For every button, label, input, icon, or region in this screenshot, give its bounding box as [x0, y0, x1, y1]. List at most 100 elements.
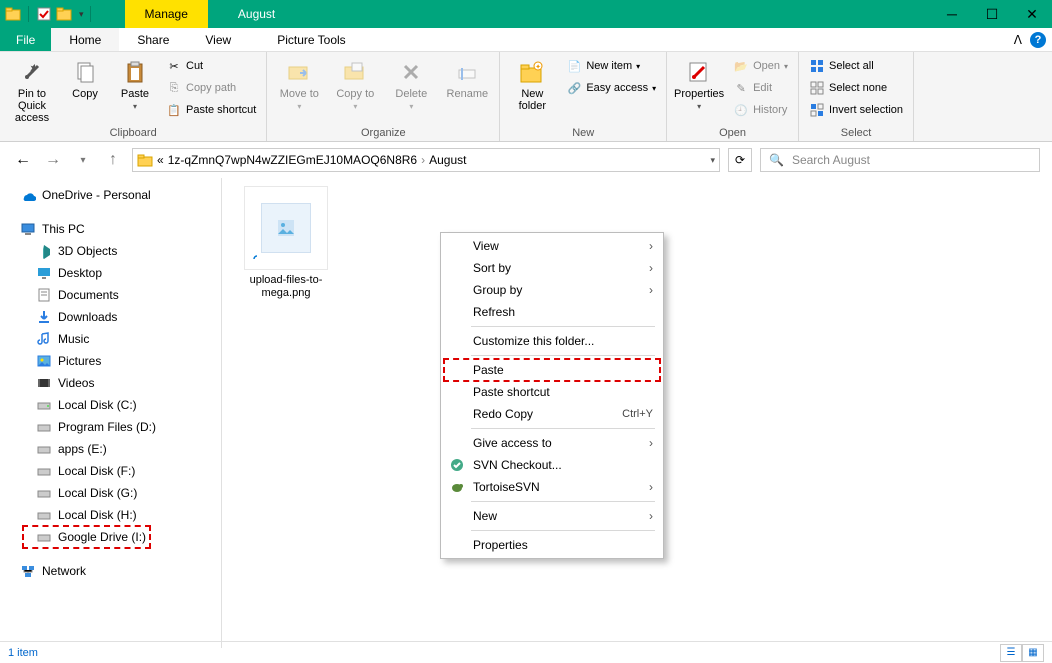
- ctx-group-by[interactable]: Group by›: [441, 279, 663, 301]
- copy-path-button[interactable]: ⎘Copy path: [162, 78, 260, 98]
- ribbon-tabs: File Home Share View Picture Tools ᐱ ?: [0, 28, 1052, 52]
- ctx-give-access[interactable]: Give access to›: [441, 432, 663, 454]
- nav-this-pc[interactable]: This PC: [0, 218, 221, 240]
- ctx-paste-shortcut[interactable]: Paste shortcut: [441, 381, 663, 403]
- nav-network[interactable]: Network: [0, 560, 221, 582]
- nav-downloads[interactable]: Downloads: [0, 306, 221, 328]
- ctx-properties[interactable]: Properties: [441, 534, 663, 556]
- navigation-pane[interactable]: OneDrive - Personal This PC 3D Objects D…: [0, 178, 222, 648]
- nav-apps-e[interactable]: apps (E:): [0, 438, 221, 460]
- address-dropdown-icon[interactable]: ▾: [710, 155, 715, 166]
- ctx-redo-copy[interactable]: Redo CopyCtrl+Y: [441, 403, 663, 425]
- refresh-button[interactable]: ⟳: [728, 148, 752, 172]
- paste-icon: [121, 58, 149, 86]
- select-none-icon: [809, 80, 825, 96]
- file-tab[interactable]: File: [0, 28, 51, 51]
- file-item[interactable]: upload-files-to-mega.png: [238, 186, 334, 300]
- new-folder-button[interactable]: ✦ New folder: [506, 54, 558, 112]
- nav-desktop[interactable]: Desktop: [0, 262, 221, 284]
- cut-button[interactable]: ✂Cut: [162, 56, 260, 76]
- address-bar[interactable]: « 1z-qZmnQ7wpN4wZZIEGmEJ10MAOQ6N8R6 › Au…: [132, 148, 720, 172]
- chevron-right-icon: ›: [649, 283, 653, 297]
- nav-documents[interactable]: Documents: [0, 284, 221, 306]
- nav-pictures[interactable]: Pictures: [0, 350, 221, 372]
- nav-local-disk-g[interactable]: Local Disk (G:): [0, 482, 221, 504]
- ctx-view[interactable]: View›: [441, 235, 663, 257]
- easy-access-button[interactable]: 🔗Easy access ▾: [562, 78, 660, 98]
- details-view-button[interactable]: ☰: [1000, 644, 1022, 662]
- nav-local-disk-f[interactable]: Local Disk (F:): [0, 460, 221, 482]
- rename-button[interactable]: Rename: [441, 54, 493, 100]
- checkbox-checked-icon[interactable]: [35, 5, 53, 23]
- pin-to-quick-access-button[interactable]: Pin to Quick access: [6, 54, 58, 124]
- chevron-right-icon: ›: [649, 239, 653, 253]
- nav-music[interactable]: Music: [0, 328, 221, 350]
- context-menu: View› Sort by› Group by› Refresh Customi…: [440, 232, 664, 559]
- help-icon[interactable]: ?: [1030, 32, 1046, 48]
- breadcrumb-part[interactable]: 1z-qZmnQ7wpN4wZZIEGmEJ10MAOQ6N8R6: [168, 153, 417, 167]
- contextual-tab-manage[interactable]: Manage: [125, 0, 208, 28]
- forward-button[interactable]: →: [42, 149, 64, 171]
- up-button[interactable]: ↑: [102, 149, 124, 171]
- back-button[interactable]: ←: [12, 149, 34, 171]
- 3d-icon: [36, 243, 52, 259]
- chevron-down-icon[interactable]: ▾: [79, 9, 84, 20]
- copy-to-button[interactable]: Copy to▾: [329, 54, 381, 111]
- edit-button[interactable]: ✎Edit: [729, 78, 792, 98]
- quick-access-toolbar: ▾: [0, 5, 95, 23]
- move-to-button[interactable]: Move to▾: [273, 54, 325, 111]
- thumbnails-view-button[interactable]: ▦: [1022, 644, 1044, 662]
- invert-selection-button[interactable]: Invert selection: [805, 100, 907, 120]
- ctx-tortoisesvn[interactable]: TortoiseSVN›: [441, 476, 663, 498]
- search-icon: 🔍: [769, 153, 784, 167]
- delete-icon: [397, 58, 425, 86]
- clipboard-group-label: Clipboard: [6, 127, 260, 141]
- search-input[interactable]: 🔍 Search August: [760, 148, 1040, 172]
- chevron-icon[interactable]: ›: [421, 153, 425, 167]
- history-button[interactable]: 🕘History: [729, 100, 792, 120]
- copy-button[interactable]: Copy: [62, 54, 108, 100]
- select-all-button[interactable]: Select all: [805, 56, 907, 76]
- paste-shortcut-button[interactable]: 📋Paste shortcut: [162, 100, 260, 120]
- properties-button[interactable]: Properties▾: [673, 54, 725, 111]
- ctx-new[interactable]: New›: [441, 505, 663, 527]
- ctx-svn-checkout[interactable]: SVN Checkout...: [441, 454, 663, 476]
- nav-local-disk-h[interactable]: Local Disk (H:): [0, 504, 221, 526]
- ctx-refresh[interactable]: Refresh: [441, 301, 663, 323]
- chevron-right-icon: ›: [649, 480, 653, 494]
- close-button[interactable]: ✕: [1012, 0, 1052, 28]
- open-group-label: Open: [673, 127, 792, 141]
- recent-locations-button[interactable]: ▾: [72, 149, 94, 171]
- view-tab[interactable]: View: [187, 28, 249, 51]
- select-none-button[interactable]: Select none: [805, 78, 907, 98]
- maximize-button[interactable]: ☐: [972, 0, 1012, 28]
- select-all-icon: [809, 58, 825, 74]
- new-group-label: New: [506, 127, 660, 141]
- nav-local-disk-c[interactable]: Local Disk (C:): [0, 394, 221, 416]
- open-button[interactable]: 📂Open ▾: [729, 56, 792, 76]
- ctx-customize[interactable]: Customize this folder...: [441, 330, 663, 352]
- paste-button[interactable]: Paste ▾: [112, 54, 158, 111]
- nav-program-files-d[interactable]: Program Files (D:): [0, 416, 221, 438]
- nav-onedrive[interactable]: OneDrive - Personal: [0, 184, 221, 206]
- folder-icon[interactable]: [4, 5, 22, 23]
- ctx-sort-by[interactable]: Sort by›: [441, 257, 663, 279]
- new-item-button[interactable]: 📄New item ▾: [562, 56, 660, 76]
- ctx-paste[interactable]: Paste: [441, 359, 663, 381]
- delete-button[interactable]: Delete▾: [385, 54, 437, 111]
- share-tab[interactable]: Share: [119, 28, 187, 51]
- status-bar: 1 item ☰ ▦: [0, 641, 1052, 663]
- breadcrumb-part[interactable]: August: [429, 153, 466, 167]
- nav-videos[interactable]: Videos: [0, 372, 221, 394]
- folder-icon[interactable]: [55, 5, 73, 23]
- address-row: ← → ▾ ↑ « 1z-qZmnQ7wpN4wZZIEGmEJ10MAOQ6N…: [0, 142, 1052, 178]
- picture-tools-tab[interactable]: Picture Tools: [259, 28, 363, 51]
- nav-3d-objects[interactable]: 3D Objects: [0, 240, 221, 262]
- home-tab[interactable]: Home: [51, 28, 119, 51]
- collapse-ribbon-icon[interactable]: ᐱ: [1014, 33, 1022, 47]
- minimize-button[interactable]: ─: [932, 0, 972, 28]
- nav-google-drive-i[interactable]: Google Drive (I:): [0, 526, 221, 548]
- chevron-right-icon: ›: [649, 436, 653, 450]
- network-icon: [20, 563, 36, 579]
- edit-icon: ✎: [733, 80, 749, 96]
